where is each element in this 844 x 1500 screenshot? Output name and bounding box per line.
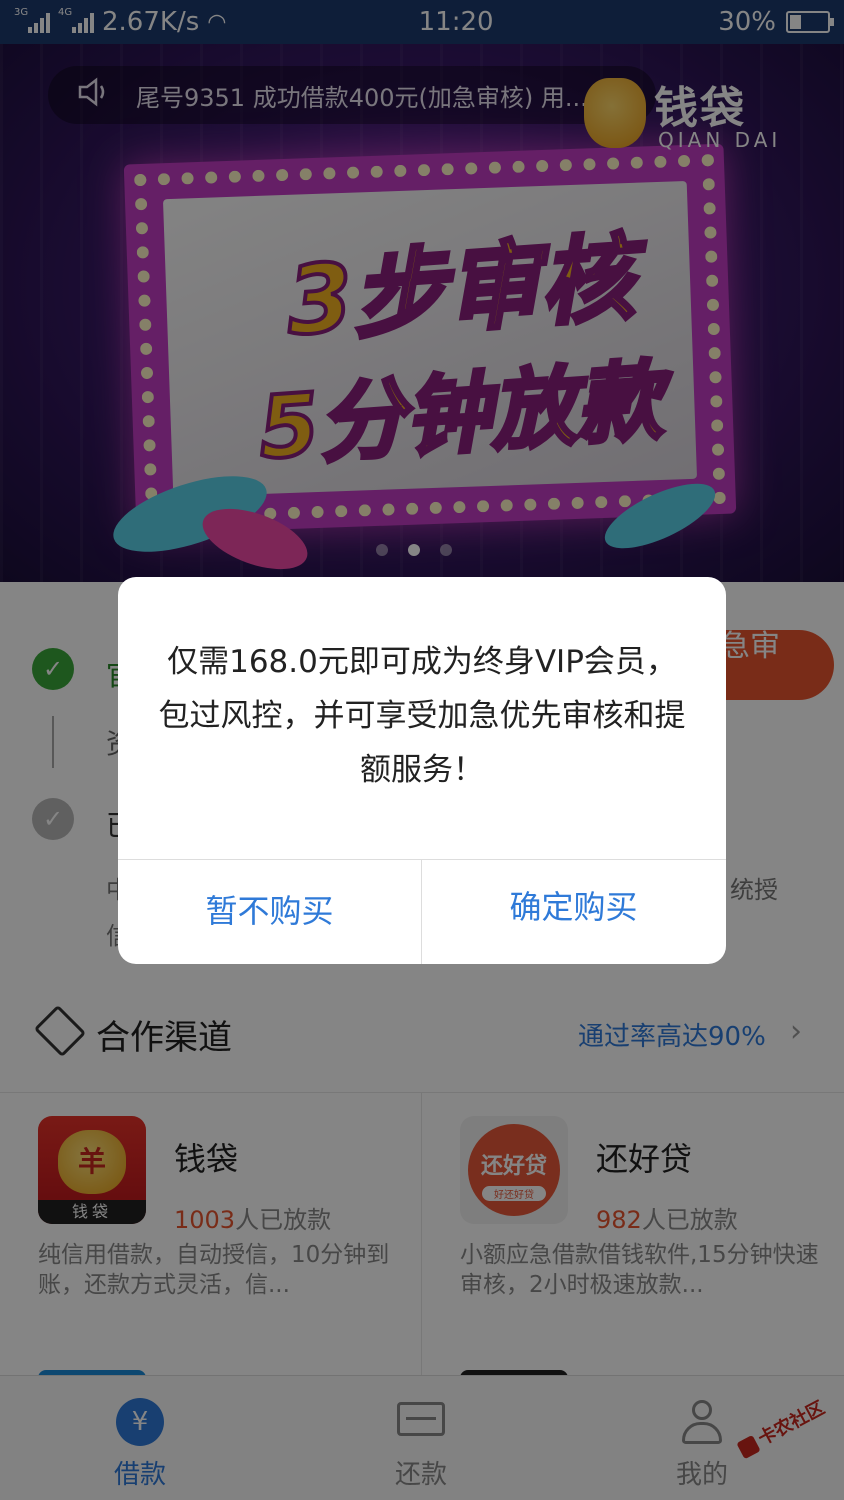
cancel-button[interactable]: 暂不购买	[118, 859, 421, 964]
dialog-message: 仅需168.0元即可成为终身VIP会员，包过风控，并可享受加急优先审核和提额服务…	[158, 644, 686, 788]
vip-purchase-dialog: 仅需168.0元即可成为终身VIP会员，包过风控，并可享受加急优先审核和提额服务…	[118, 577, 726, 964]
confirm-purchase-button[interactable]: 确定购买	[422, 859, 725, 964]
